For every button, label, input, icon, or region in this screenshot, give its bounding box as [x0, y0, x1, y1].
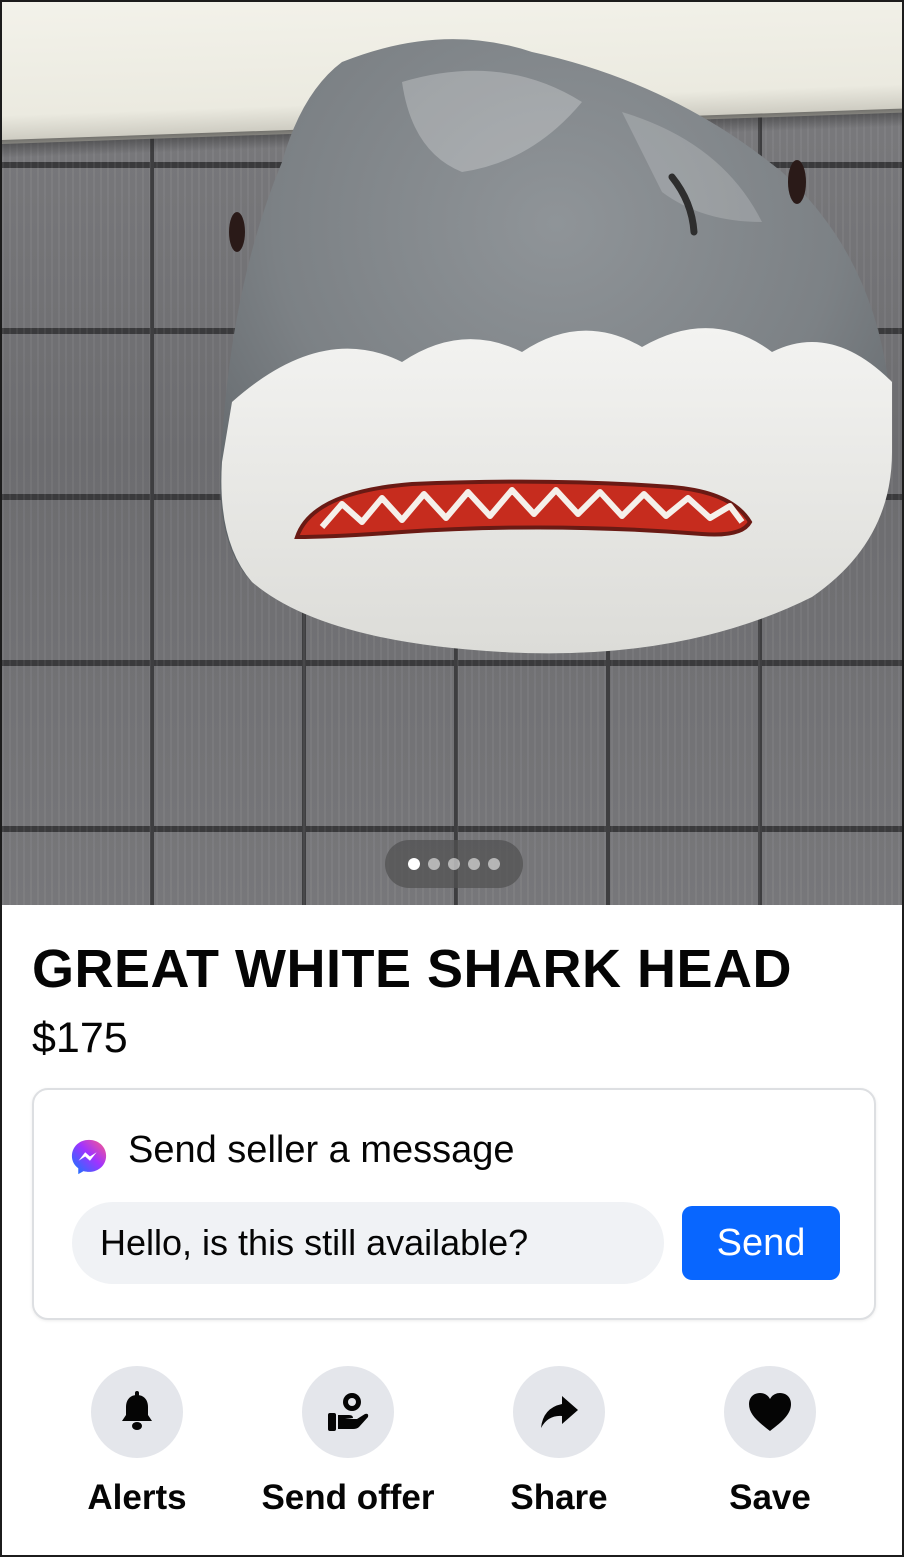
save-label: Save — [729, 1478, 811, 1517]
bell-icon — [122, 1391, 152, 1430]
offer-icon — [328, 1393, 369, 1431]
action-bar: Alerts Send offer Share Save — [2, 1366, 902, 1526]
save-button[interactable] — [724, 1366, 816, 1458]
photo-dot-1[interactable] — [408, 858, 420, 870]
photo-dot-5[interactable] — [488, 858, 500, 870]
listing-price: $175 — [32, 1014, 128, 1062]
photo-dot-2[interactable] — [428, 858, 440, 870]
photo-dot-3[interactable] — [448, 858, 460, 870]
share-label: Share — [510, 1478, 608, 1517]
message-seller-card: Send seller a message Send — [32, 1088, 876, 1320]
heart-icon — [749, 1393, 791, 1431]
alerts-action[interactable]: Alerts — [32, 1366, 242, 1518]
messenger-icon — [71, 1139, 107, 1175]
message-card-header: Send seller a message — [70, 1124, 515, 1176]
message-card-title: Send seller a message — [128, 1128, 515, 1171]
listing-title: GREAT WHITE SHARK HEAD — [32, 939, 792, 999]
save-action[interactable]: Save — [665, 1366, 875, 1518]
alerts-button[interactable] — [91, 1366, 183, 1458]
share-action[interactable]: Share — [454, 1366, 664, 1518]
alerts-label: Alerts — [87, 1478, 187, 1517]
send-offer-label: Send offer — [261, 1478, 435, 1517]
marketplace-listing: GREAT WHITE SHARK HEAD $175 Send seller … — [0, 0, 904, 1557]
send-offer-action[interactable]: Send offer — [243, 1366, 453, 1518]
message-input[interactable] — [72, 1202, 664, 1284]
shark-head-image — [220, 39, 892, 654]
share-icon — [541, 1396, 578, 1428]
send-button[interactable]: Send — [682, 1206, 840, 1280]
photo-pagination-dots[interactable] — [385, 840, 523, 888]
send-offer-button[interactable] — [302, 1366, 394, 1458]
photo-dot-4[interactable] — [468, 858, 480, 870]
listing-photo[interactable] — [2, 2, 902, 905]
share-button[interactable] — [513, 1366, 605, 1458]
